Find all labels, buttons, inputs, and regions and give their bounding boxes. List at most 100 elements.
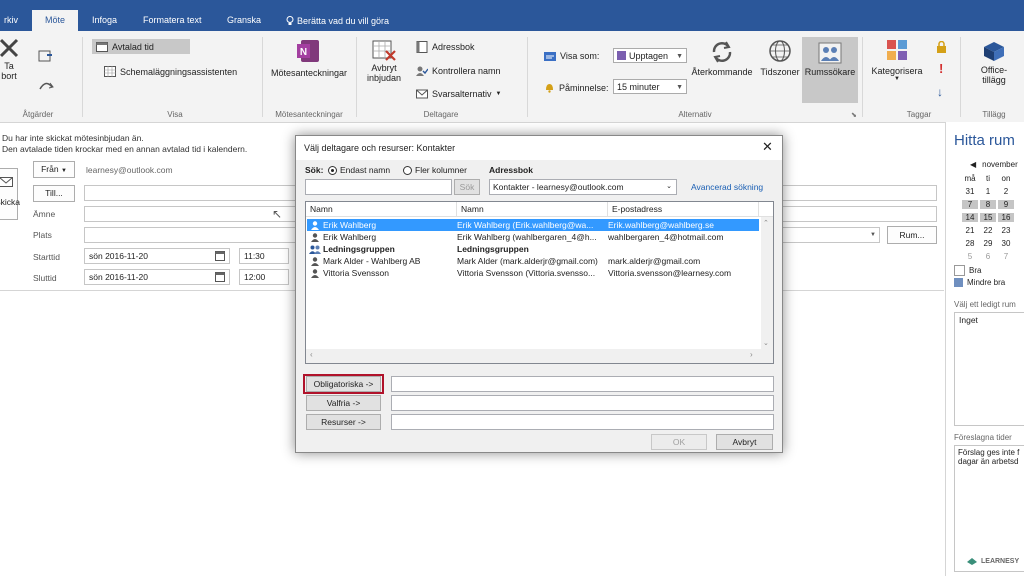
calendar-day[interactable]: 21: [962, 226, 978, 235]
meeting-notes-button[interactable]: N Mötesanteckningar: [266, 39, 352, 78]
low-importance-icon[interactable]: ↓: [937, 85, 943, 99]
calendar-icon[interactable]: [215, 272, 225, 282]
rooms-button[interactable]: Rum...: [887, 226, 937, 244]
tab-meeting[interactable]: Möte: [32, 10, 78, 31]
address-book-label: Adressbok: [432, 42, 475, 52]
column-header-display-name[interactable]: Namn: [457, 202, 608, 216]
lock-icon[interactable]: [936, 41, 947, 53]
vertical-scrollbar[interactable]: ⌃ ⌄: [761, 217, 773, 349]
calendar-day[interactable]: 7: [998, 252, 1014, 261]
office-addins-button[interactable]: Office- tillägg: [968, 39, 1020, 85]
horizontal-scrollbar[interactable]: ‹ ›: [306, 349, 773, 363]
column-header-name[interactable]: Namn: [306, 202, 457, 216]
required-attendees-button[interactable]: Obligatoriska ->: [306, 376, 381, 392]
start-time-input[interactable]: 11:30: [239, 248, 289, 264]
calendar-day[interactable]: 31: [962, 187, 978, 196]
list-item[interactable]: Mark Alder - Wahlberg AB Mark Alder (mar…: [307, 255, 759, 267]
start-date-input[interactable]: sön 2016-11-20: [84, 248, 230, 264]
close-icon[interactable]: ✕: [762, 139, 773, 155]
categorize-button[interactable]: Kategorisera ▼: [866, 39, 928, 82]
contact-display-name: Erik Wahlberg (wahlbergaren_4@h...: [457, 232, 597, 242]
tab-insert[interactable]: Infoga: [86, 10, 123, 31]
search-button[interactable]: Sök: [454, 179, 480, 195]
calendar-icon[interactable]: [215, 251, 225, 261]
forward-icon[interactable]: [38, 49, 54, 63]
watermark-text: LEARNESY: [981, 557, 1020, 565]
calendar-day[interactable]: 1: [980, 187, 996, 196]
addins-group-label: Tillägg: [982, 110, 1006, 119]
calendar-day[interactable]: 6: [980, 252, 996, 261]
ribbon: Ta bort Åtgärder Avtalad tid Schemaläggn…: [0, 31, 1024, 123]
radio-more-columns[interactable]: Fler kolumner: [403, 165, 467, 175]
address-book-select[interactable]: Kontakter - learnesy@outlook.com ⌄: [489, 179, 677, 195]
suggested-times-list[interactable]: Förslag ges inte f dagar än arbetsd: [954, 445, 1024, 572]
calendar-day[interactable]: 30: [998, 239, 1014, 248]
calendar-day[interactable]: 15: [980, 213, 996, 222]
calendar-day[interactable]: 5: [962, 252, 978, 261]
calendar-day[interactable]: 9: [998, 200, 1014, 209]
tab-file[interactable]: rkiv: [0, 10, 24, 31]
show-as-text: Visa som:: [560, 51, 600, 61]
appointment-button[interactable]: Avtalad tid: [92, 39, 190, 54]
radio-names-only[interactable]: Endast namn: [328, 165, 390, 175]
room-list[interactable]: Inget: [954, 312, 1024, 426]
calendar-day[interactable]: 8: [980, 200, 996, 209]
contacts-list[interactable]: Namn Namn E-postadress Erik Wahlberg Eri…: [305, 201, 774, 364]
response-options-button[interactable]: Svarsalternativ ▼: [416, 88, 501, 100]
scroll-right-icon[interactable]: ›: [750, 350, 753, 359]
end-date-input[interactable]: sön 2016-11-20: [84, 269, 230, 285]
ok-button[interactable]: OK: [651, 434, 707, 450]
address-book-button[interactable]: Adressbok: [416, 41, 475, 53]
send-button[interactable]: Skicka: [0, 168, 20, 220]
scheduling-assistant-button[interactable]: Schemaläggningsassistenten: [104, 66, 237, 77]
advanced-search-link[interactable]: Avancerad sökning: [691, 182, 763, 192]
reminder-select[interactable]: 15 minuter ▼: [613, 79, 687, 94]
scroll-down-icon[interactable]: ⌄: [763, 339, 769, 347]
show-as-select[interactable]: Upptagen ▼: [613, 48, 687, 63]
calendar-forward-icon[interactable]: [38, 79, 56, 93]
from-button[interactable]: Från ▼: [33, 161, 75, 178]
room-list-item[interactable]: Inget: [955, 313, 1024, 327]
separator: [862, 37, 863, 117]
check-names-button[interactable]: Kontrollera namn: [416, 65, 501, 77]
search-input[interactable]: [305, 179, 452, 195]
list-item[interactable]: Ledningsgruppen Ledningsgruppen: [307, 243, 759, 255]
end-time-input[interactable]: 12:00: [239, 269, 289, 285]
calendar-day[interactable]: 16: [998, 213, 1014, 222]
calendar-day[interactable]: 14: [962, 213, 978, 222]
scroll-left-icon[interactable]: ‹: [310, 350, 313, 359]
column-header-email[interactable]: E-postadress: [608, 202, 759, 216]
tell-me-box[interactable]: Berätta vad du vill göra: [280, 10, 395, 31]
cancel-invitation-button[interactable]: Avbryt inbjudan: [362, 39, 406, 83]
end-date-value: sön 2016-11-20: [89, 272, 148, 282]
recurrence-button[interactable]: Återkommande: [689, 39, 755, 77]
prev-month-icon[interactable]: ◀: [970, 160, 976, 169]
to-button[interactable]: Till...: [33, 185, 75, 202]
calendar-day[interactable]: 2: [998, 187, 1014, 196]
required-attendees-input[interactable]: [391, 376, 774, 392]
tab-format-text[interactable]: Formatera text: [137, 10, 208, 31]
list-item[interactable]: Erik Wahlberg Erik Wahlberg (Erik.wahlbe…: [307, 219, 759, 231]
list-item[interactable]: Vittoria Svensson Vittoria Svensson (Vit…: [307, 267, 759, 279]
resources-button[interactable]: Resurser ->: [306, 414, 381, 430]
high-importance-icon[interactable]: !: [939, 61, 943, 76]
calendar-day[interactable]: 7: [962, 200, 978, 209]
list-item[interactable]: Erik Wahlberg Erik Wahlberg (wahlbergare…: [307, 231, 759, 243]
optional-attendees-input[interactable]: [391, 395, 774, 411]
calendar-day[interactable]: 23: [998, 226, 1014, 235]
cancel-button[interactable]: Avbryt: [716, 434, 773, 450]
scroll-up-icon[interactable]: ⌃: [763, 219, 769, 227]
resources-input[interactable]: [391, 414, 774, 430]
dialog-launcher-icon[interactable]: ⬊: [851, 111, 857, 119]
calendar-day[interactable]: 29: [980, 239, 996, 248]
from-label: Från: [41, 164, 59, 174]
legend-good: Bra: [954, 265, 1024, 276]
mouse-cursor-icon: ↖: [272, 207, 283, 221]
optional-attendees-button[interactable]: Valfria ->: [306, 395, 381, 411]
time-zones-button[interactable]: Tidszoner: [758, 39, 802, 77]
calendar-day[interactable]: 22: [980, 226, 996, 235]
room-finder-button[interactable]: Rumssökare: [802, 37, 858, 103]
calendar-day[interactable]: 28: [962, 239, 978, 248]
delete-button[interactable]: Ta bort: [0, 37, 22, 81]
tab-review[interactable]: Granska: [221, 10, 267, 31]
